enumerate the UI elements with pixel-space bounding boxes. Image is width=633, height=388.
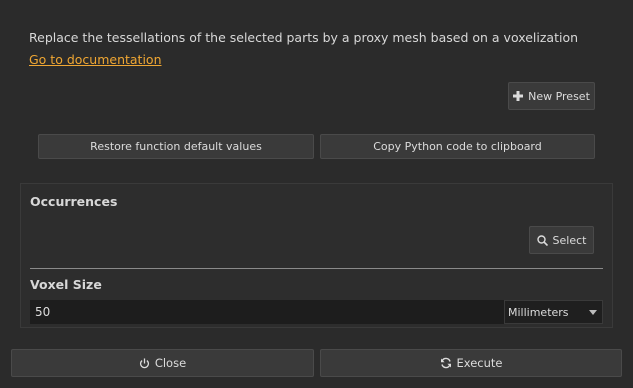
occurrences-title: Occurrences xyxy=(30,194,118,209)
close-label: Close xyxy=(154,356,187,370)
function-description: Replace the tessellations of the selecte… xyxy=(29,30,579,45)
voxel-size-title: Voxel Size xyxy=(30,277,102,292)
new-preset-label: New Preset xyxy=(528,89,590,103)
unit-dropdown[interactable]: Millimeters xyxy=(504,300,603,324)
execute-label: Execute xyxy=(456,356,503,370)
chevron-down-icon xyxy=(589,310,597,315)
voxel-size-input[interactable] xyxy=(30,300,504,324)
select-occurrences-button[interactable]: Select xyxy=(529,226,594,254)
search-icon xyxy=(536,234,548,246)
section-divider xyxy=(30,268,603,269)
new-preset-button[interactable]: New Preset xyxy=(508,82,595,110)
restore-defaults-button[interactable]: Restore function default values xyxy=(38,134,314,159)
plus-icon xyxy=(513,91,524,101)
execute-button[interactable]: Execute xyxy=(320,349,622,377)
refresh-icon xyxy=(440,357,452,369)
documentation-link[interactable]: Go to documentation xyxy=(29,52,162,67)
power-icon xyxy=(139,357,150,369)
close-button[interactable]: Close xyxy=(11,349,314,377)
unit-value: Millimeters xyxy=(508,305,569,319)
copy-python-code-button[interactable]: Copy Python code to clipboard xyxy=(320,134,595,159)
select-label: Select xyxy=(552,233,587,247)
